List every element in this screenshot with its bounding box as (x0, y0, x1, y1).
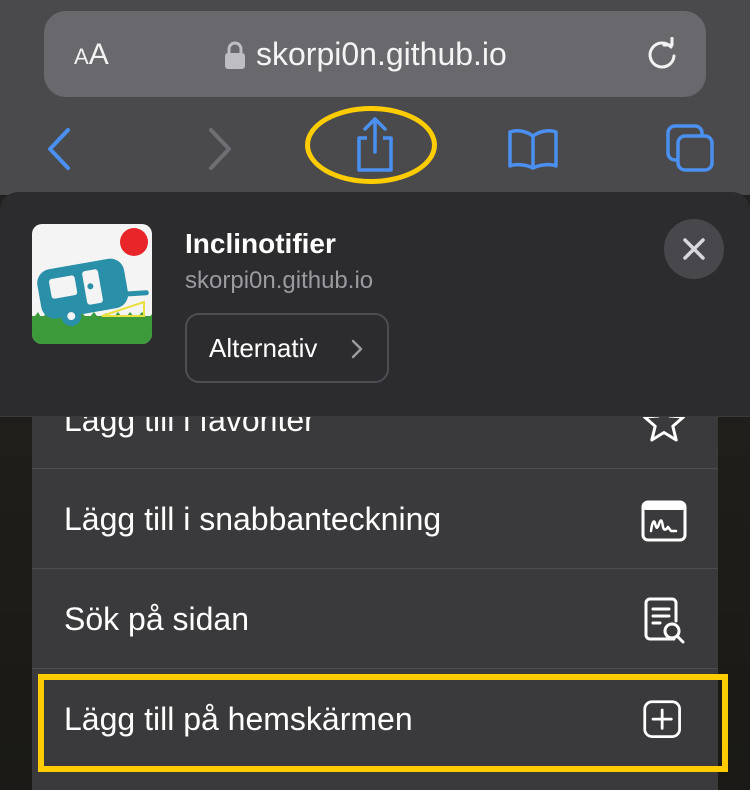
share-button-highlight (305, 106, 437, 184)
close-icon (683, 238, 705, 260)
app-title: Inclinotifier (185, 228, 336, 259)
lock-icon (225, 41, 245, 69)
text-size-button[interactable]: AA (74, 35, 109, 75)
options-label: Alternativ (209, 333, 318, 363)
add-to-home-screen-highlight (38, 674, 728, 772)
action-label: Sök på sidan (64, 601, 250, 637)
action-add-to-quick-note[interactable]: Lägg till i snabbanteckning (32, 468, 718, 568)
caravan-icon (32, 224, 152, 344)
find-on-page-icon (644, 597, 685, 644)
close-button[interactable] (664, 219, 724, 279)
action-find-on-page[interactable]: Sök på sidan (32, 568, 718, 668)
text-size-label-large: A (88, 38, 109, 71)
back-icon[interactable] (44, 122, 74, 176)
text-size-label-small: A (74, 44, 89, 69)
tabs-icon[interactable] (666, 124, 716, 174)
bookmarks-icon[interactable] (507, 128, 559, 170)
chevron-right-icon (351, 339, 363, 359)
app-subtitle: skorpi0n.github.io (185, 267, 374, 294)
quick-note-icon (641, 500, 687, 542)
safari-screen: AA skorpi0n.github.io Lägg till i favori… (0, 0, 750, 790)
action-label: Lägg till i snabbanteckning (64, 501, 442, 537)
url-text: skorpi0n.github.io (256, 36, 507, 72)
forward-icon[interactable] (205, 122, 235, 176)
share-sheet-header: Inclinotifier skorpi0n.github.io Alterna… (0, 192, 750, 417)
app-icon (32, 224, 152, 344)
options-button[interactable]: Alternativ (185, 313, 389, 383)
reload-icon[interactable] (644, 37, 680, 73)
address-bar[interactable]: AA skorpi0n.github.io (44, 11, 706, 97)
browser-chrome: AA skorpi0n.github.io (0, 0, 750, 195)
